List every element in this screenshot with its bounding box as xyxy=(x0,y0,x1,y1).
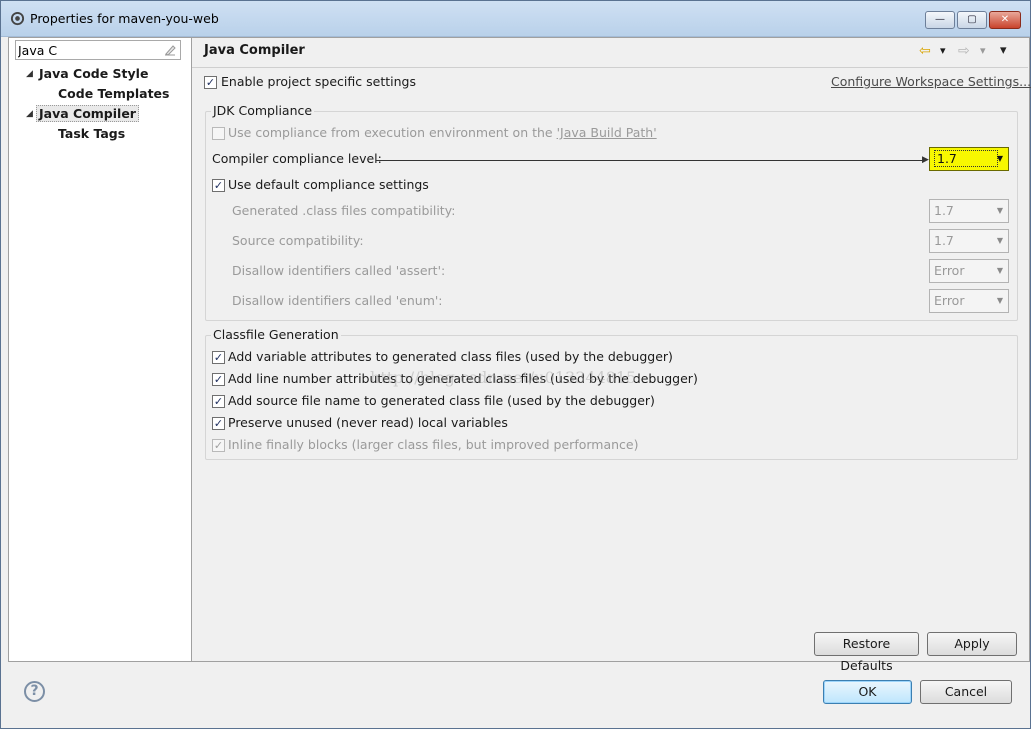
enable-project-settings-label: Enable project specific settings xyxy=(221,74,416,89)
source-compat-select[interactable]: 1.7 ▼ xyxy=(929,229,1009,253)
variable-attributes-checkbox[interactable]: ✓ xyxy=(212,351,225,364)
compliance-level-value: 1.7 xyxy=(934,150,998,167)
preserve-unused-label: Preserve unused (never read) local varia… xyxy=(228,415,508,430)
line-number-attributes-checkbox[interactable]: ✓ xyxy=(212,373,225,386)
class-compat-select[interactable]: 1.7 ▼ xyxy=(929,199,1009,223)
forward-menu-icon[interactable]: ▾ xyxy=(980,44,986,58)
enum-identifier-label: Disallow identifiers called 'enum': xyxy=(232,293,443,308)
expand-twisty-icon[interactable]: ◢ xyxy=(26,104,33,124)
back-menu-icon[interactable]: ▾ xyxy=(940,44,946,58)
dropdown-arrow-icon: ▼ xyxy=(996,206,1003,215)
enum-identifier-select[interactable]: Error ▼ xyxy=(929,289,1009,313)
preserve-unused-checkbox[interactable]: ✓ xyxy=(212,417,225,430)
configure-workspace-link[interactable]: Configure Workspace Settings... xyxy=(831,74,1031,89)
filter-field[interactable] xyxy=(15,40,181,60)
dropdown-arrow-icon: ▼ xyxy=(996,266,1003,275)
tree-item-task-tags[interactable]: Task Tags xyxy=(58,124,125,144)
annotation-arrow-line xyxy=(376,160,924,161)
window-title: Properties for maven-you-web xyxy=(30,11,219,26)
dropdown-arrow-icon: ▼ xyxy=(996,296,1003,305)
back-arrow-icon[interactable]: ⇦ xyxy=(919,44,931,58)
java-build-path-link[interactable]: 'Java Build Path' xyxy=(557,125,657,140)
assert-identifier-value: Error xyxy=(934,263,965,278)
close-button[interactable]: ✕ xyxy=(989,11,1021,29)
use-env-compliance-checkbox[interactable] xyxy=(212,127,225,140)
source-compat-value: 1.7 xyxy=(934,233,954,248)
page-header: Java Compiler ⇦ ▾ ⇨ ▾ ▾ xyxy=(192,38,1028,68)
ok-button[interactable]: OK xyxy=(823,680,912,704)
help-icon[interactable]: ? xyxy=(24,681,45,702)
title-bar[interactable]: Properties for maven-you-web — ▢ ✕ xyxy=(1,1,1030,37)
dropdown-arrow-icon: ▼ xyxy=(996,154,1003,163)
enum-identifier-value: Error xyxy=(934,293,965,308)
use-default-compliance-checkbox[interactable]: ✓ xyxy=(212,179,225,192)
inline-finally-label: Inline finally blocks (larger class file… xyxy=(228,437,639,452)
clear-filter-icon[interactable] xyxy=(163,43,177,57)
minimize-button[interactable]: — xyxy=(925,11,955,29)
tree-item-java-compiler[interactable]: Java Compiler xyxy=(36,104,139,124)
tree-item-java-code-style[interactable]: Java Code Style xyxy=(39,64,148,84)
use-env-compliance-label: Use compliance from execution environmen… xyxy=(228,125,657,140)
tree-item-code-templates[interactable]: Code Templates xyxy=(58,84,169,104)
apply-button[interactable]: Apply xyxy=(927,632,1017,656)
source-file-name-label: Add source file name to generated class … xyxy=(228,393,655,408)
preference-page: Java Compiler ⇦ ▾ ⇨ ▾ ▾ ✓ Enable project… xyxy=(192,37,1031,673)
maximize-button[interactable]: ▢ xyxy=(957,11,987,29)
tree-item-label: Task Tags xyxy=(58,126,126,141)
forward-arrow-icon[interactable]: ⇨ xyxy=(958,44,970,58)
compliance-level-select[interactable]: 1.7 ▼ xyxy=(929,147,1009,171)
filter-input[interactable] xyxy=(18,42,158,58)
dropdown-arrow-icon: ▼ xyxy=(996,236,1003,245)
view-menu-icon[interactable]: ▾ xyxy=(1000,44,1007,58)
properties-dialog: Properties for maven-you-web — ▢ ✕ ◢ Jav… xyxy=(0,0,1031,729)
restore-defaults-button[interactable]: Restore Defaults xyxy=(814,632,919,673)
jdk-compliance-title: JDK Compliance xyxy=(211,103,315,119)
compliance-level-label: Compiler compliance level: xyxy=(212,151,382,166)
tree-item-label: Code Templates xyxy=(58,86,170,101)
classfile-generation-title: Classfile Generation xyxy=(211,327,341,343)
cancel-button[interactable]: Cancel xyxy=(920,680,1012,704)
class-compat-value: 1.7 xyxy=(934,203,954,218)
expand-twisty-icon[interactable]: ◢ xyxy=(26,64,33,84)
jdk-compliance-group: JDK Compliance Use compliance from execu… xyxy=(205,103,1018,321)
assert-identifier-select[interactable]: Error ▼ xyxy=(929,259,1009,283)
tree-item-label: Java Code Style xyxy=(39,66,149,81)
variable-attributes-label: Add variable attributes to generated cla… xyxy=(228,349,673,364)
tree-item-label: Java Compiler xyxy=(36,105,139,122)
page-title: Java Compiler xyxy=(204,43,305,58)
eclipse-gear-icon xyxy=(10,11,25,26)
source-compat-label: Source compatibility: xyxy=(232,233,364,248)
assert-identifier-label: Disallow identifiers called 'assert': xyxy=(232,263,446,278)
inline-finally-checkbox[interactable]: ✓ xyxy=(212,439,225,452)
enable-project-settings-checkbox[interactable]: ✓ xyxy=(204,76,217,89)
source-file-name-checkbox[interactable]: ✓ xyxy=(212,395,225,408)
class-compat-label: Generated .class files compatibility: xyxy=(232,203,456,218)
annotation-arrowhead-icon: ▶ xyxy=(922,155,929,165)
classfile-generation-group: Classfile Generation ✓ Add variable attr… xyxy=(205,327,1018,460)
watermark-text: http://blog.csdn.net/u013344815 xyxy=(370,368,637,387)
preference-tree-pane: ◢ Java Code Style Code Templates ◢ Java … xyxy=(8,37,192,662)
use-default-compliance-label: Use default compliance settings xyxy=(228,177,429,192)
